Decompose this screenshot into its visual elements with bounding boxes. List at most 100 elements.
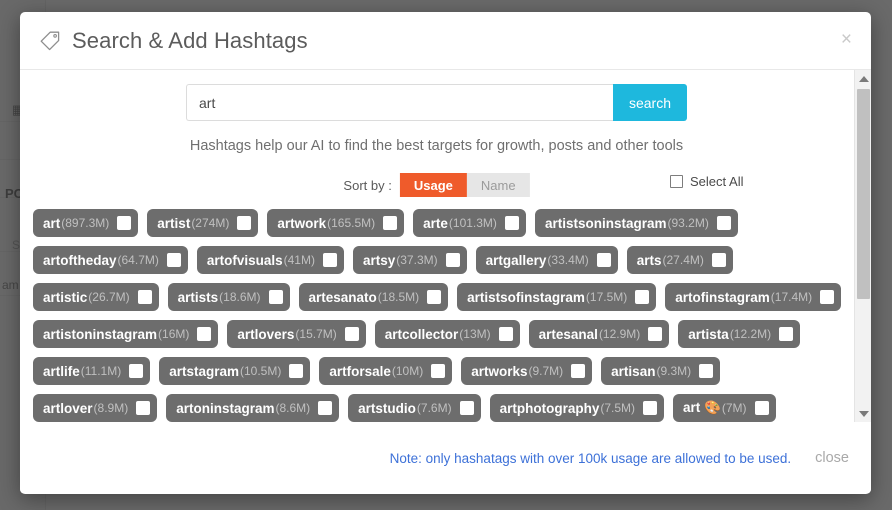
hashtag-chip[interactable]: artsy (37.3M) [352,246,467,274]
hashtag-chip[interactable]: art (897.3M) [33,209,139,237]
hashtag-chip[interactable]: artist (274M) [147,209,259,237]
search-button[interactable]: search [613,84,687,121]
scroll-down-arrow-icon[interactable] [855,405,871,422]
select-all-label: Select All [690,174,744,189]
hashtag-checkbox[interactable] [699,364,714,378]
hashtag-chip[interactable]: artlife (11.1M) [33,357,151,385]
hashtag-checkbox[interactable] [136,401,151,415]
hashtag-chip[interactable]: artofinstagram (17.4M) [665,283,842,311]
hashtag-checkbox[interactable] [322,253,337,267]
hashtag-checkbox[interactable] [197,327,212,341]
hashtag-checkbox[interactable] [166,253,181,267]
hashtag-list: art (897.3M) artist (274M) artwork (165.5M) ar… [20,197,853,422]
hashtag-chip[interactable]: artista (12.2M) [678,320,801,348]
hashtag-checkbox[interactable] [344,327,359,341]
close-icon[interactable]: × [836,28,857,51]
hashtag-checkbox[interactable] [445,253,460,267]
hashtag-checkbox[interactable] [820,290,835,304]
hashtag-chip[interactable]: arts (27.4M) [626,246,733,274]
scroll-up-arrow-icon[interactable] [855,70,871,87]
hashtag-checkbox[interactable] [137,290,152,304]
hashtag-chip[interactable]: artstudio (7.6M) [348,394,481,422]
hashtag-chip[interactable]: artstagram (10.5M) [159,357,311,385]
hashtag-count: (27.4M) [662,253,704,267]
hashtag-checkbox[interactable] [754,401,769,415]
hashtag-checkbox[interactable] [571,364,586,378]
hashtag-checkbox[interactable] [635,290,650,304]
hashtag-chip[interactable]: artgallery (33.4M) [475,246,618,274]
hashtag-chip[interactable]: arte (101.3M) [413,209,526,237]
hashtag-checkbox[interactable] [237,216,252,230]
vertical-scrollbar[interactable] [854,70,871,422]
hashtag-row: artistic (26.7M) artists (18.6M) artesanato(… [33,283,853,311]
hashtag-chip[interactable]: artistsoninstagram (93.2M) [534,209,738,237]
hashtag-chip[interactable]: artistsofinstagram (17.5M) [457,283,657,311]
hashtag-chip[interactable]: artlovers (15.7M) [227,320,366,348]
select-all-checkbox[interactable] [670,175,683,188]
usage-note: Note: only hashatags with over 100k usag… [389,450,792,466]
hashtag-chip[interactable]: artoftheday (64.7M) [33,246,188,274]
hashtag-checkbox[interactable] [504,216,519,230]
hashtag-checkbox[interactable] [289,364,304,378]
select-all-control[interactable]: Select All [670,174,743,189]
hashtag-chip[interactable]: artists (18.6M) [167,283,290,311]
hashtag-chip[interactable]: artforsale (10M) [319,357,453,385]
hashtag-checkbox[interactable] [711,253,726,267]
hashtag-count: (16M) [158,327,190,341]
hashtag-count: (17.5M) [585,290,628,304]
hashtag-name: artworks [471,363,528,379]
hashtag-chip[interactable]: artwork (165.5M) [267,209,405,237]
hashtag-chip[interactable]: artesanal (12.9M) [528,320,670,348]
hashtag-checkbox[interactable] [431,364,446,378]
hashtag-count: (12.2M) [729,327,772,341]
sort-tab-name[interactable]: Name [466,173,530,197]
hashtag-name: artofinstagram [675,289,770,305]
hashtag-checkbox[interactable] [459,401,474,415]
hashtag-count: (165.5M) [327,216,376,230]
hashtag-name: artisan [611,363,656,379]
hashtag-chip[interactable]: artofvisuals (41M) [196,246,344,274]
hashtag-name: artstudio [358,400,416,416]
hashtag-name: artlover [43,400,93,416]
hashtag-chip[interactable]: artworks (9.7M) [461,357,593,385]
hashtag-chip[interactable]: artlover (8.9M) [33,394,158,422]
hashtag-name: artists [177,289,219,305]
hashtag-name: artlovers [237,326,295,342]
hashtag-chip[interactable]: artoninstagram (8.6M) [166,394,340,422]
hashtag-chip[interactable]: artistic (26.7M) [33,283,159,311]
hashtag-checkbox[interactable] [716,216,731,230]
hashtag-checkbox[interactable] [268,290,283,304]
hashtag-name: artistsoninstagram [544,215,667,231]
hashtag-checkbox[interactable] [129,364,144,378]
hashtag-checkbox[interactable] [117,216,132,230]
hashtag-count: (9.3M) [656,364,692,378]
hashtag-checkbox[interactable] [643,401,658,415]
sort-tab-usage[interactable]: Usage [399,173,467,197]
hashtag-count: (101.3M) [448,216,497,230]
close-button[interactable]: close [815,450,849,466]
hashtag-chip[interactable]: artistoninstagram (16M) [33,320,219,348]
modal-scroll-content: search Hashtags help our AI to find the … [20,70,853,422]
hashtag-checkbox[interactable] [596,253,611,267]
hashtag-checkbox[interactable] [779,327,794,341]
hashtag-chip[interactable]: artesanato (18.5M) [298,283,449,311]
hashtag-count: (93.2M) [667,216,709,230]
hashtag-name: artgallery [485,252,547,268]
hashtag-checkbox[interactable] [498,327,513,341]
hashtag-chip[interactable]: art 🎨 (7M) [673,394,776,422]
hashtag-checkbox[interactable] [648,327,663,341]
hashtag-name: artstagram [169,363,239,379]
sort-row: Sort by : Usage Name Select All [20,173,853,197]
scrollbar-thumb[interactable] [857,89,870,299]
hashtag-row: artlife (11.1M) artstagram (10.5M) artforsal… [33,357,853,385]
hashtag-checkbox[interactable] [318,401,333,415]
hashtag-chip[interactable]: artcollector (13M) [374,320,520,348]
modal-header: Search & Add Hashtags × [20,12,871,70]
hashtag-checkbox[interactable] [383,216,398,230]
hashtag-row: artoftheday (64.7M) artofvisuals (41M) artsy… [33,246,853,274]
hashtag-name: artoftheday [43,252,117,268]
search-input[interactable] [186,84,613,121]
hashtag-checkbox[interactable] [427,290,442,304]
hashtag-chip[interactable]: artisan (9.3M) [601,357,721,385]
hashtag-chip[interactable]: artphotography (7.5M) [489,394,665,422]
